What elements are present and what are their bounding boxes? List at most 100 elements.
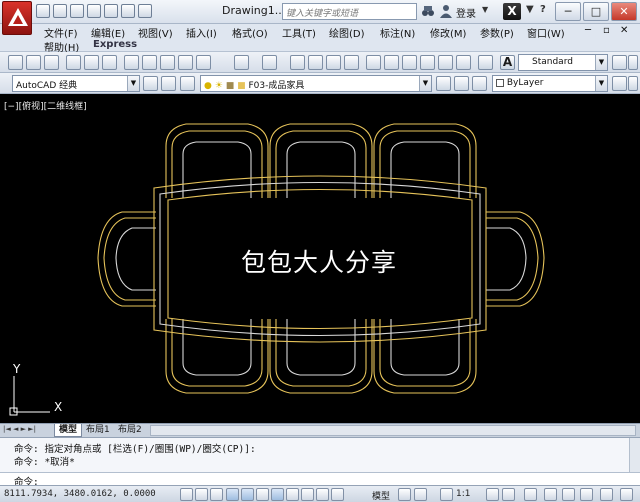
toolbar-lock-icon[interactable] [544, 488, 557, 501]
save-icon[interactable] [70, 4, 84, 18]
markup-icon[interactable] [438, 55, 453, 70]
tab-layout2[interactable]: 布局2 [114, 424, 146, 437]
quick-view-drawings-icon[interactable] [414, 488, 427, 501]
login-link[interactable]: 登录 [456, 5, 476, 20]
undo-icon[interactable] [121, 4, 135, 18]
menu-view[interactable]: 视图(V) [138, 25, 173, 40]
layer-previous-icon[interactable] [454, 76, 469, 91]
polar-tracking-icon[interactable] [241, 488, 254, 501]
maximize-button[interactable]: □ [583, 2, 609, 21]
zoom-window-icon[interactable] [326, 55, 341, 70]
login-dropdown-icon[interactable]: ▼ [482, 5, 488, 14]
hardware-acceleration-icon[interactable] [562, 488, 575, 501]
status-bar-menu-icon[interactable] [600, 488, 613, 501]
doc-close-icon[interactable]: ✕ [620, 25, 628, 36]
make-current-layer-icon[interactable] [436, 76, 451, 91]
plot-preview-icon[interactable] [84, 55, 99, 70]
menu-modify[interactable]: 修改(M) [430, 25, 466, 40]
block-editor-icon[interactable] [196, 55, 211, 70]
linetype-icon[interactable] [612, 76, 627, 91]
annotation-scale-icon[interactable] [440, 488, 453, 501]
menu-dimension[interactable]: 标注(N) [380, 25, 415, 40]
horizontal-scrollbar[interactable] [150, 425, 636, 436]
infer-constraints-icon[interactable] [180, 488, 193, 501]
layer-select[interactable]: ● ☀ ■ ■ F03-成品家具 ▼ [200, 75, 432, 92]
doc-minimize-icon[interactable]: ─ [585, 25, 591, 36]
layer-state-icon[interactable] [472, 76, 487, 91]
workspace-switching-icon[interactable] [524, 488, 537, 501]
dynamic-input-icon[interactable] [301, 488, 314, 501]
tab-navigation-icons[interactable]: |◄ ◄ ► ►| [3, 425, 36, 433]
customize-quick-access-icon[interactable] [155, 4, 165, 18]
zoom-previous-icon[interactable] [344, 55, 359, 70]
auto-scale-icon[interactable] [502, 488, 515, 501]
menu-express[interactable]: Express [93, 39, 137, 50]
doc-restore-icon[interactable]: ▫ [603, 25, 610, 36]
pan-icon[interactable] [290, 55, 305, 70]
clean-screen-icon[interactable] [620, 488, 633, 501]
coordinates-readout[interactable]: 8111.7934, 3480.0162, 0.0000 [4, 489, 156, 499]
properties-icon[interactable] [366, 55, 381, 70]
zoom-realtime-icon[interactable] [308, 55, 323, 70]
workspace-extra-icon[interactable] [161, 76, 176, 91]
search-input[interactable]: 键入关键字或短语 [282, 3, 417, 20]
binoculars-icon[interactable] [421, 4, 435, 18]
menu-draw[interactable]: 绘图(D) [329, 25, 365, 40]
publish-icon[interactable] [102, 55, 117, 70]
menu-file[interactable]: 文件(F) [44, 25, 78, 40]
text-style-icon[interactable]: A [500, 55, 515, 70]
command-input[interactable]: 命令: [0, 472, 640, 488]
copy-icon[interactable] [142, 55, 157, 70]
lineweight-icon[interactable] [316, 488, 329, 501]
redo-icon[interactable] [138, 4, 152, 18]
menu-tools[interactable]: 工具(T) [282, 25, 316, 40]
annotation-scale-value[interactable]: 1:1 [456, 489, 470, 499]
infocenter-menu-icon[interactable]: ▼ [526, 4, 534, 15]
workspace-select[interactable]: AutoCAD 经典 ▼ [12, 75, 140, 92]
new-file-icon[interactable] [36, 4, 50, 18]
quick-calc-icon[interactable] [456, 55, 471, 70]
save-as-icon[interactable] [87, 4, 101, 18]
close-button[interactable]: ✕ [611, 2, 637, 21]
open-icon[interactable] [26, 55, 41, 70]
application-menu-button[interactable] [2, 1, 32, 35]
object-snap-icon[interactable] [256, 488, 269, 501]
cut-icon[interactable] [124, 55, 139, 70]
menu-edit[interactable]: 编辑(E) [91, 25, 125, 40]
qnew-icon[interactable] [8, 55, 23, 70]
minimize-button[interactable]: ─ [555, 2, 581, 21]
match-properties-icon[interactable] [178, 55, 193, 70]
tool-palettes-icon[interactable] [402, 55, 417, 70]
color-select[interactable]: ByLayer ▼ [492, 75, 608, 92]
toolbar-overflow-icon[interactable] [628, 76, 638, 91]
snap-mode-icon[interactable] [195, 488, 208, 501]
open-file-icon[interactable] [53, 4, 67, 18]
menu-parametric[interactable]: 参数(P) [480, 25, 514, 40]
save-icon[interactable] [44, 55, 59, 70]
grid-display-icon[interactable] [210, 488, 223, 501]
quick-properties-icon[interactable] [331, 488, 344, 501]
workspace-settings-icon[interactable] [143, 76, 158, 91]
tab-layout1[interactable]: 布局1 [82, 424, 114, 437]
print-icon[interactable] [104, 4, 118, 18]
object-snap-tracking-icon[interactable] [271, 488, 284, 501]
layer-properties-icon[interactable] [180, 76, 195, 91]
toolbar-overflow-icon[interactable] [628, 55, 638, 70]
text-style-select[interactable]: Standard ▼ [518, 54, 608, 71]
isolate-objects-icon[interactable] [580, 488, 593, 501]
model-space-toggle[interactable]: 模型 [372, 489, 390, 502]
redo-icon[interactable] [262, 55, 277, 70]
menu-window[interactable]: 窗口(W) [527, 25, 565, 40]
sheet-set-icon[interactable] [420, 55, 435, 70]
help-icon[interactable] [478, 55, 493, 70]
tab-model[interactable]: 模型 [54, 424, 83, 437]
undo-icon[interactable] [234, 55, 249, 70]
design-center-icon[interactable] [384, 55, 399, 70]
dynamic-ucs-icon[interactable] [286, 488, 299, 501]
plot-icon[interactable] [66, 55, 81, 70]
menu-insert[interactable]: 插入(I) [186, 25, 217, 40]
menu-format[interactable]: 格式(O) [232, 25, 268, 40]
drawing-canvas[interactable]: [−][俯视][二维线框] Y X 包包大人分享 [0, 94, 640, 423]
quick-view-layouts-icon[interactable] [398, 488, 411, 501]
help-icon[interactable]: ? [540, 4, 546, 15]
